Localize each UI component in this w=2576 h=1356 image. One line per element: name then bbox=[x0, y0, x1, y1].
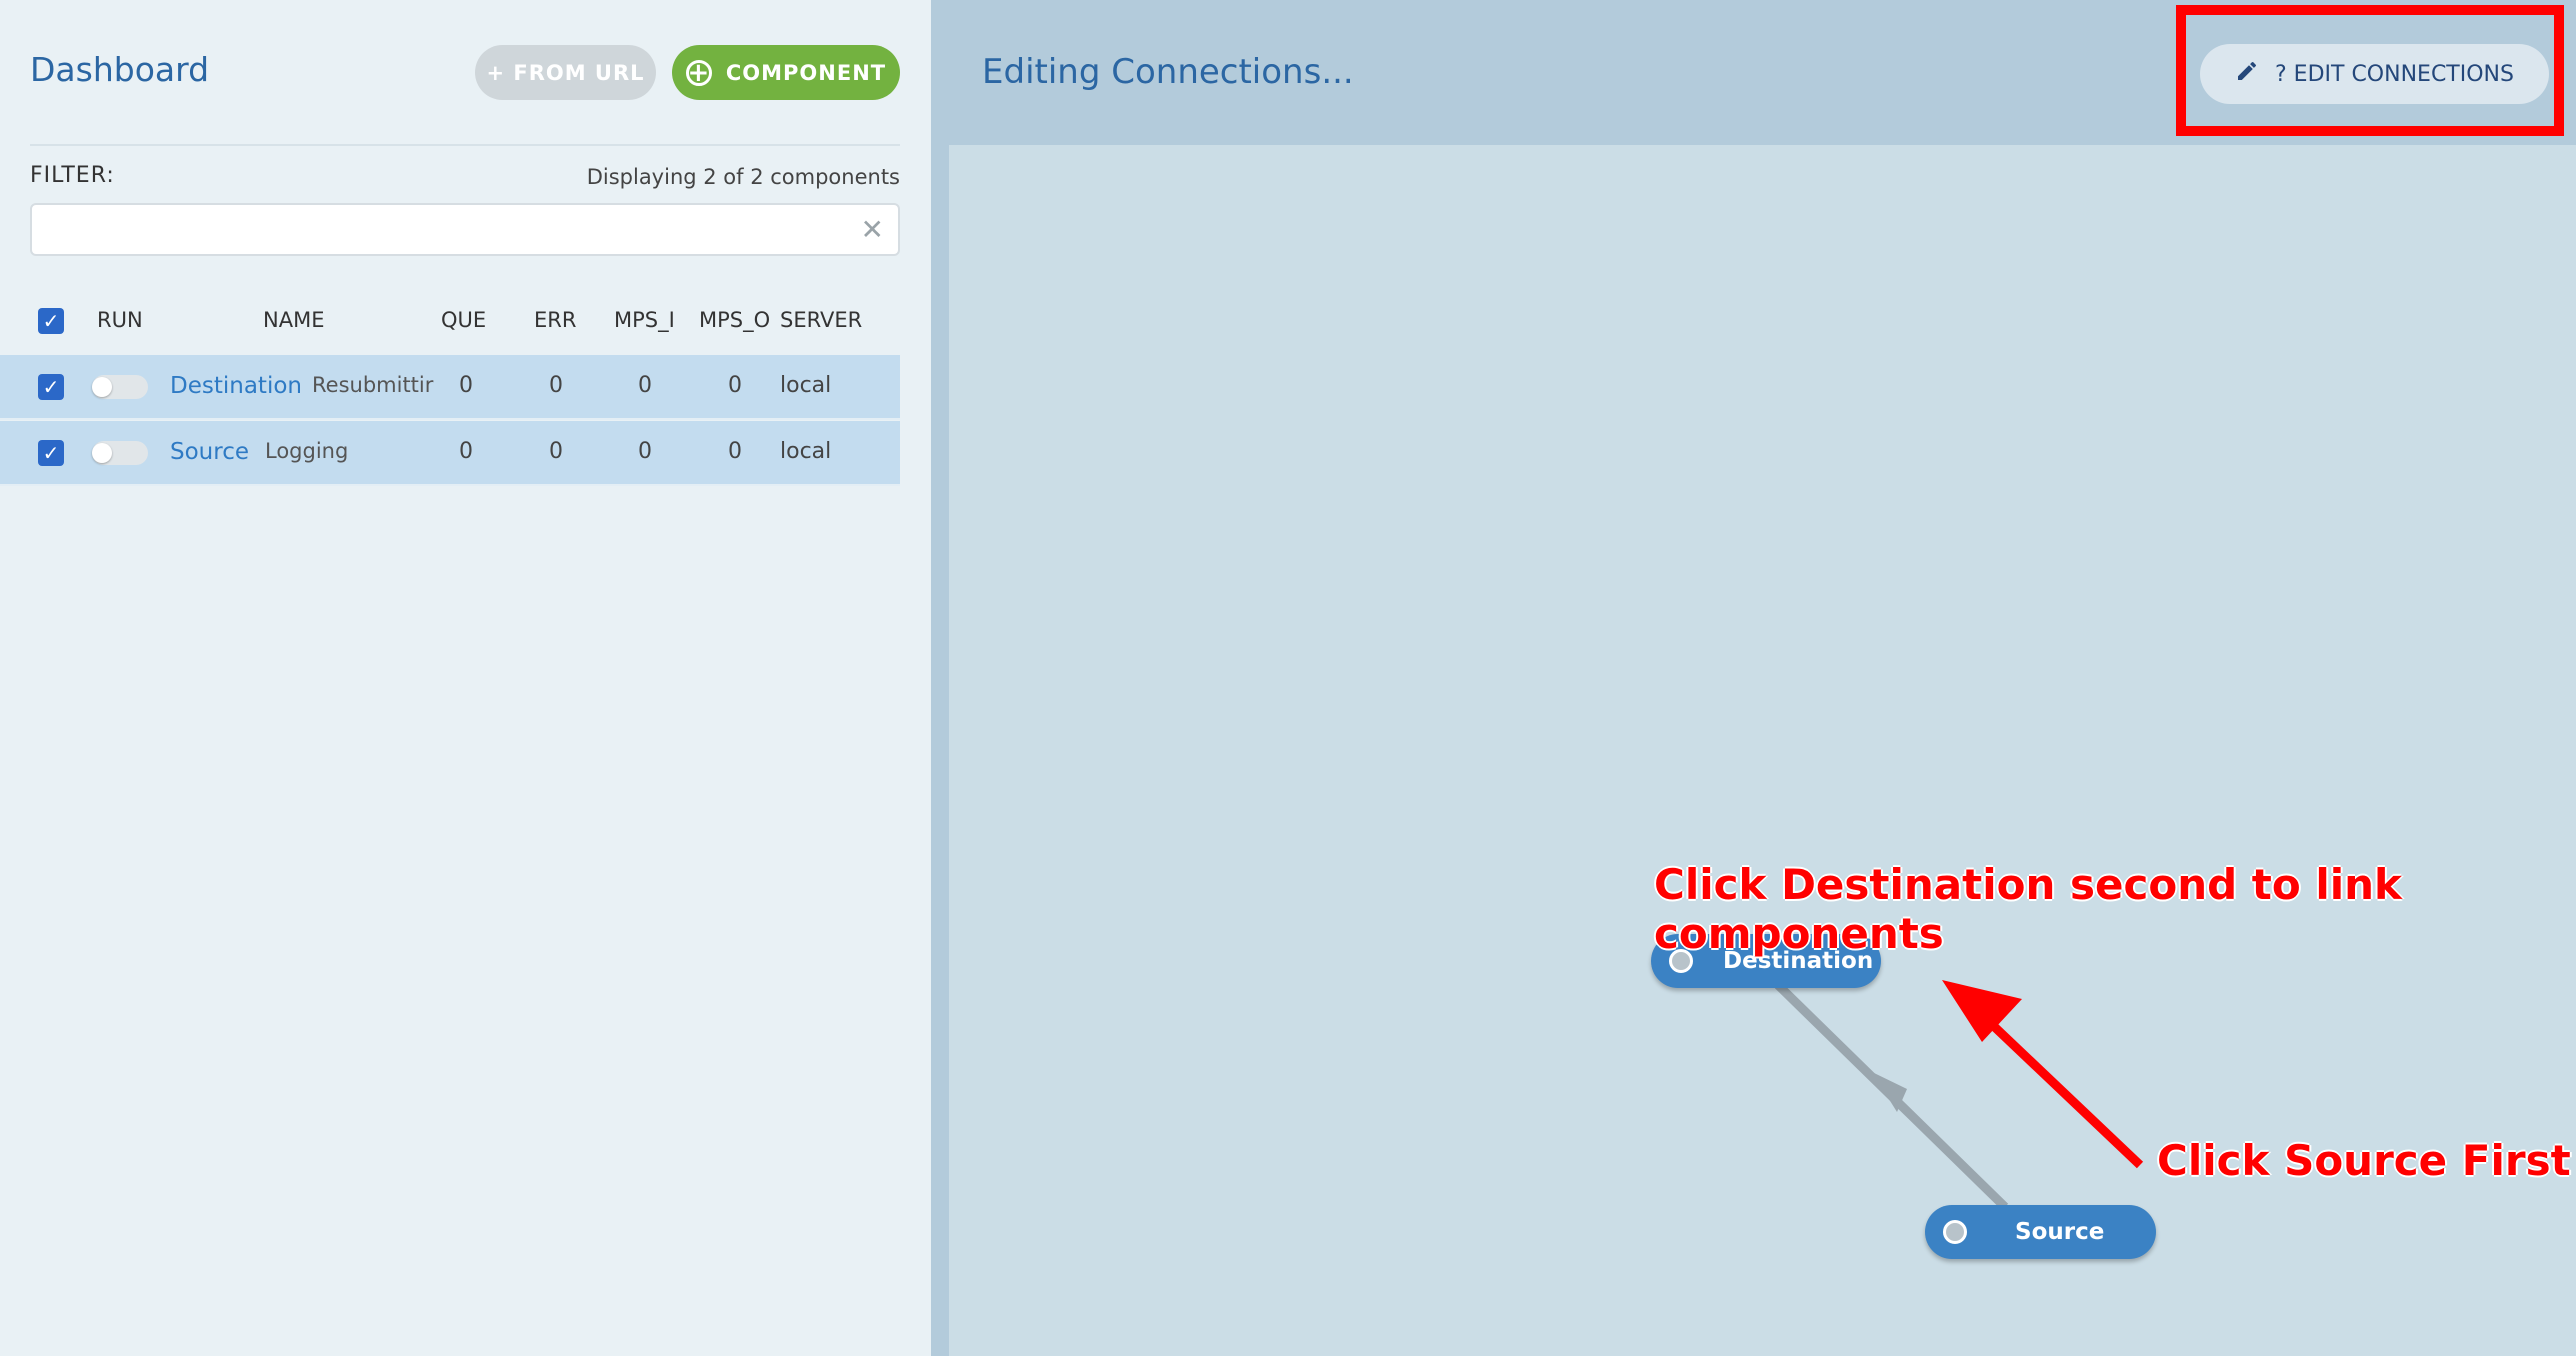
node-source[interactable]: Source bbox=[1925, 1205, 2156, 1259]
node-port-icon bbox=[1943, 1220, 1967, 1244]
annotation-arrow-line bbox=[1978, 1011, 2144, 1169]
annotation-arrowhead bbox=[1942, 980, 2022, 1042]
annotation-click-destination: Click Destination second to link compone… bbox=[1654, 860, 2402, 958]
annotation-click-source: Click Source First bbox=[2157, 1136, 2571, 1185]
node-source-label: Source bbox=[2015, 1219, 2105, 1245]
